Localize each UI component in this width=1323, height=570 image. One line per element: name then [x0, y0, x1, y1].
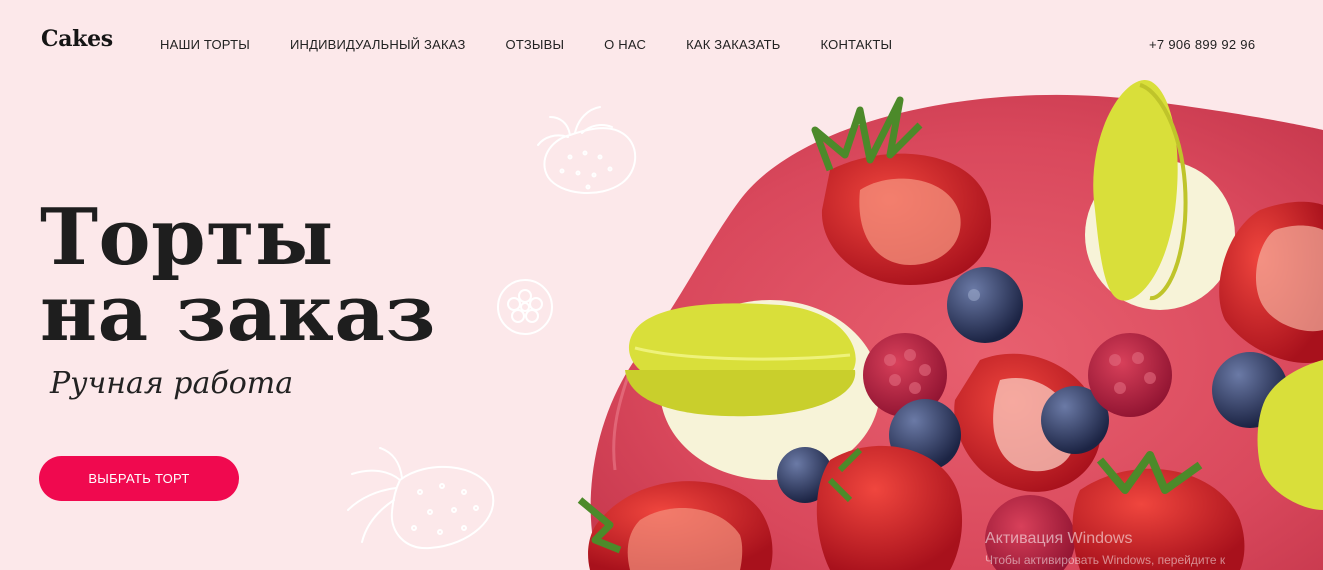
nav-item-about[interactable]: О НАС — [604, 37, 646, 52]
phone-number[interactable]: +7 906 899 92 96 — [1149, 37, 1255, 52]
strawberry-sketch-icon — [347, 447, 495, 550]
windows-activation-title: Активация Windows — [985, 530, 1133, 547]
nav-item-reviews[interactable]: ОТЗЫВЫ — [506, 37, 565, 52]
nav-item-custom-order[interactable]: ИНДИВИДУАЛЬНЫЙ ЗАКАЗ — [290, 37, 466, 52]
windows-activation-text: Чтобы активировать Windows, перейдите к — [985, 553, 1226, 567]
site-logo[interactable]: Cakes — [41, 26, 113, 52]
hero-title: Торты на заказ — [40, 192, 436, 359]
main-nav: НАШИ ТОРТЫ ИНДИВИДУАЛЬНЫЙ ЗАКАЗ ОТЗЫВЫ О… — [160, 37, 892, 52]
hero-subtitle: Ручная работа — [50, 366, 294, 401]
cake-image — [577, 80, 1323, 570]
choose-cake-button[interactable]: ВЫБРАТЬ ТОРТ — [39, 456, 239, 501]
raspberry-outline-icon — [497, 279, 553, 335]
hero-title-line-2: на заказ — [40, 268, 436, 359]
nav-item-contacts[interactable]: КОНТАКТЫ — [821, 37, 893, 52]
nav-item-our-cakes[interactable]: НАШИ ТОРТЫ — [160, 37, 250, 52]
nav-item-how-to-order[interactable]: КАК ЗАКАЗАТЬ — [686, 37, 780, 52]
hero-title-line-1: Торты — [40, 192, 334, 283]
